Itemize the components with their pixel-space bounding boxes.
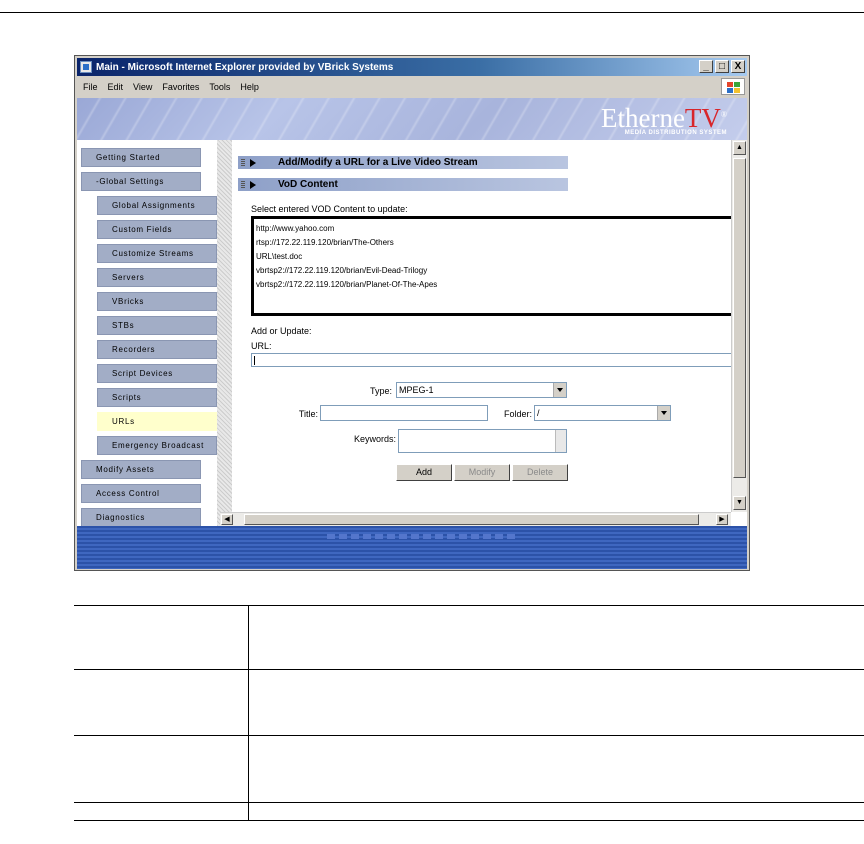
table-row [74,803,864,821]
ie-icon [80,61,92,73]
nav-scripts[interactable]: Scripts [97,388,217,407]
left-nav: Getting Started -Global Settings Global … [77,140,232,526]
nav-emergency-broadcast[interactable]: Emergency Broadcast [97,436,217,455]
scroll-up-icon[interactable]: ▲ [733,141,746,155]
nav-custom-fields[interactable]: Custom Fields [97,220,217,239]
nav-global-settings[interactable]: -Global Settings [81,172,201,191]
add-button[interactable]: Add [396,464,452,481]
keywords-label: Keywords: [353,434,396,444]
nav-global-assignments[interactable]: Global Assignments [97,196,217,215]
url-input[interactable] [251,353,734,367]
scroll-down-icon[interactable]: ▼ [733,496,746,510]
main-content: Add/Modify a URL for a Live Video Stream… [232,140,747,526]
nav-recorders[interactable]: Recorders [97,340,217,359]
window-title: Main - Microsoft Internet Explorer provi… [96,61,394,73]
section-live-stream[interactable]: Add/Modify a URL for a Live Video Stream [238,156,568,169]
nav-modify-assets[interactable]: Modify Assets [81,460,201,479]
browser-window: Main - Microsoft Internet Explorer provi… [74,55,750,571]
list-item[interactable]: rtsp://172.22.119.120/brian/The-Others [256,236,738,250]
keywords-scrollbar[interactable] [555,430,566,452]
list-item[interactable]: vbrtsp2://172.22.119.120/brian/Planet-Of… [256,278,738,292]
type-label: Type: [369,386,392,396]
menu-view[interactable]: View [133,82,152,92]
maximize-button[interactable]: □ [715,60,729,73]
vod-content-list[interactable]: http://www.yahoo.com rtsp://172.22.119.1… [251,216,743,316]
nav-servers[interactable]: Servers [97,268,217,287]
title-label: Title: [298,409,318,419]
table-row [74,605,864,670]
list-item[interactable]: vbrtsp2://172.22.119.120/brian/Evil-Dead… [256,264,738,278]
title-bar: Main - Microsoft Internet Explorer provi… [77,58,747,76]
expand-arrow-icon [250,159,256,167]
close-button[interactable]: X [731,60,745,73]
list-item[interactable]: http://www.yahoo.com [256,222,738,236]
nav-getting-started[interactable]: Getting Started [81,148,201,167]
nav-vbricks[interactable]: VBricks [97,292,217,311]
folder-label: Folder: [503,409,532,419]
chevron-down-icon [657,406,670,420]
expand-arrow-icon [250,181,256,189]
table-row [74,736,864,803]
url-label: URL: [251,341,272,351]
description-table [74,605,864,821]
delete-button[interactable]: Delete [512,464,568,481]
select-prompt: Select entered VOD Content to update: [251,204,408,214]
content-vertical-scrollbar[interactable]: ▲ ▼ [731,140,747,512]
table-row [74,670,864,736]
content-horizontal-scrollbar[interactable]: ◀ ▶ [220,512,731,526]
nav-diagnostics[interactable]: Diagnostics [81,508,201,526]
etherntv-logo: EtherneTV® MEDIA DISTRIBUTION SYSTEM [600,103,727,136]
menu-tools[interactable]: Tools [209,82,230,92]
etherntv-banner: EtherneTV® MEDIA DISTRIBUTION SYSTEM [77,98,747,140]
menu-file[interactable]: File [83,82,98,92]
keywords-input[interactable] [398,429,567,453]
menu-help[interactable]: Help [240,82,259,92]
page-top-rule [0,12,864,13]
modify-button[interactable]: Modify [454,464,510,481]
chevron-down-icon [553,383,566,397]
nav-access-control[interactable]: Access Control [81,484,201,503]
add-or-update-label: Add or Update: [251,326,312,336]
windows-logo-icon [721,78,745,95]
minimize-button[interactable]: _ [699,60,713,73]
nav-urls[interactable]: URLs [97,412,217,431]
nav-customize-streams[interactable]: Customize Streams [97,244,217,263]
section-vod-content[interactable]: VoD Content [238,178,568,191]
title-input[interactable] [320,405,488,421]
footer-band [77,526,747,569]
menu-edit[interactable]: Edit [108,82,124,92]
menu-bar: File Edit View Favorites Tools Help [77,78,747,96]
frame-splitter[interactable] [217,140,232,526]
menu-favorites[interactable]: Favorites [162,82,199,92]
nav-script-devices[interactable]: Script Devices [97,364,217,383]
scroll-right-icon[interactable]: ▶ [716,514,728,525]
folder-select[interactable]: / [534,405,671,421]
type-select[interactable]: MPEG-1 [396,382,567,398]
nav-stbs[interactable]: STBs [97,316,217,335]
scroll-left-icon[interactable]: ◀ [221,514,233,525]
list-item[interactable]: URL\test.doc [256,250,738,264]
